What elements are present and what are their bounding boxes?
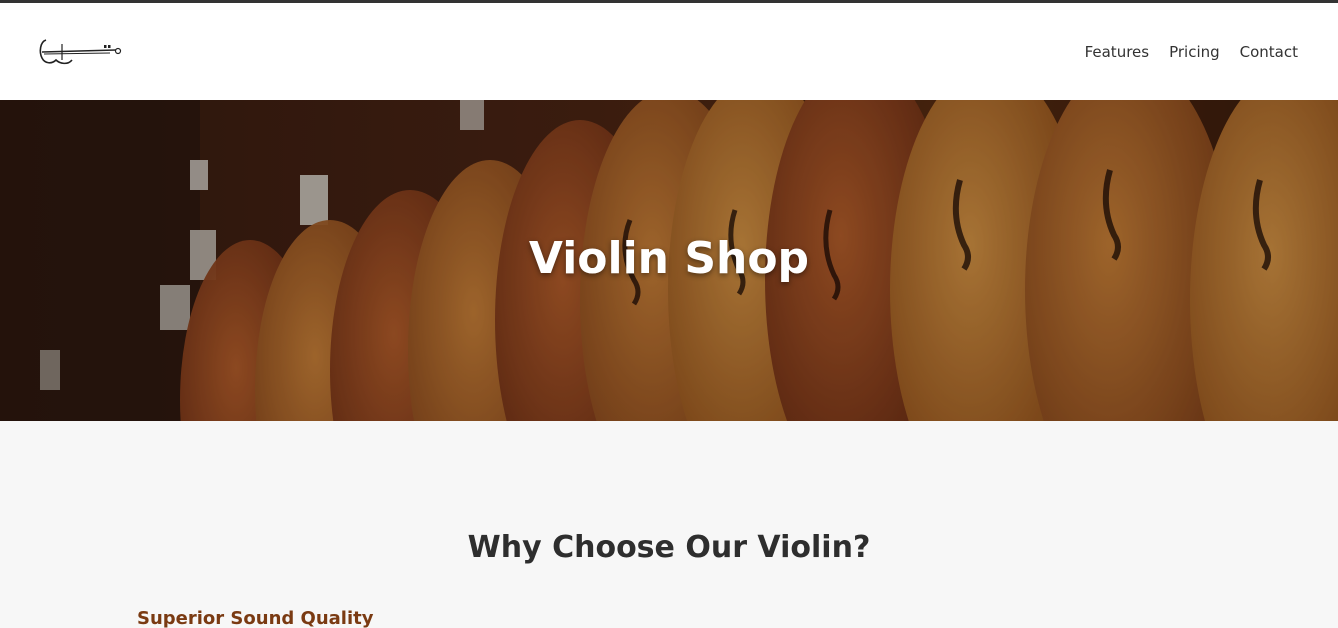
hero-title: Violin Shop [528, 233, 810, 284]
features-section-title: Why Choose Our Violin? [467, 530, 871, 565]
nav-link-pricing[interactable]: Pricing [1169, 43, 1220, 61]
site-header: Features Pricing Contact [0, 3, 1338, 100]
nav-link-contact[interactable]: Contact [1240, 43, 1298, 61]
hero-banner: Violin Shop [0, 100, 1338, 421]
nav-link-features[interactable]: Features [1085, 43, 1150, 61]
feature-title: Superior Sound Quality [137, 608, 374, 628]
main-nav: Features Pricing Contact [1085, 43, 1298, 61]
violin-logo-icon[interactable] [38, 34, 122, 70]
